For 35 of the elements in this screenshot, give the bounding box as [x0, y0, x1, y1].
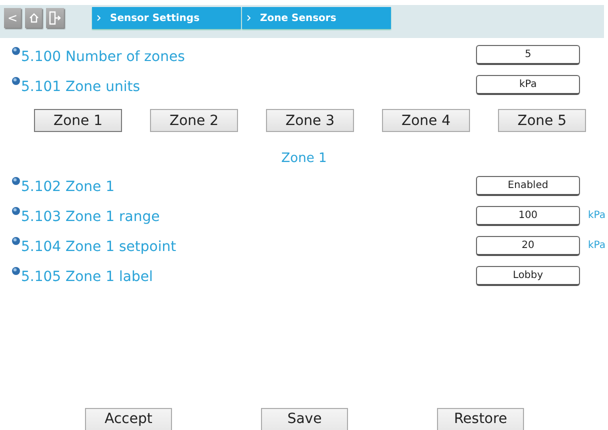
zone-tab[interactable]: Zone 4 — [382, 109, 470, 132]
zone-tab[interactable]: Zone 2 — [150, 109, 238, 132]
chevron-icon — [247, 15, 251, 21]
section-title: Zone 1 — [281, 151, 327, 166]
value-field[interactable]: 20 — [476, 236, 580, 256]
value-field[interactable]: 100 — [476, 206, 580, 226]
setting-label: 5.101 Zone units — [21, 78, 140, 94]
setting-label: 5.100 Number of zones — [21, 48, 185, 64]
chevron-icon — [97, 15, 101, 21]
zone-tab[interactable]: Zone 3 — [266, 109, 354, 132]
value-field[interactable]: Enabled — [476, 176, 580, 196]
home-button[interactable] — [25, 8, 42, 28]
help-icon[interactable] — [12, 177, 20, 185]
help-icon[interactable] — [12, 207, 20, 215]
value-field[interactable]: 5 — [476, 45, 580, 65]
unit-label: kPa — [588, 210, 606, 221]
value-field[interactable]: Lobby — [476, 266, 580, 286]
zone-tab[interactable]: Zone 1 — [34, 109, 122, 132]
action-button[interactable]: Restore — [437, 408, 524, 430]
action-button[interactable]: Accept — [85, 408, 172, 430]
setting-label: 5.103 Zone 1 range — [21, 209, 160, 225]
home-icon — [28, 13, 38, 23]
help-icon[interactable] — [12, 237, 20, 245]
zone-tab[interactable]: Zone 5 — [498, 109, 586, 132]
setting-label: 5.102 Zone 1 — [21, 179, 115, 195]
help-icon[interactable] — [12, 76, 20, 84]
setting-label: 5.104 Zone 1 setpoint — [21, 239, 176, 255]
help-icon[interactable] — [12, 267, 20, 275]
action-button[interactable]: Save — [261, 408, 348, 430]
setting-label: 5.105 Zone 1 label — [21, 269, 153, 285]
help-icon[interactable] — [12, 46, 20, 54]
exit-button[interactable] — [46, 8, 64, 28]
value-field[interactable]: kPa — [476, 75, 580, 95]
exit-icon — [49, 11, 61, 25]
unit-label: kPa — [588, 240, 606, 251]
